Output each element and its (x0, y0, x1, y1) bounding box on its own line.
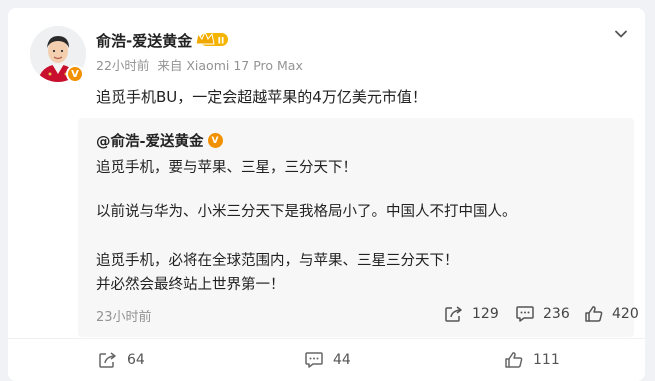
quoted-line: 追觅手机，要与苹果、三星，三分天下！ (96, 160, 357, 176)
quoted-line: 追觅手机，必将在全球范围内，与苹果、三星三分天下！ (96, 253, 459, 269)
chevron-down-icon[interactable] (613, 26, 629, 42)
author-name[interactable]: 俞浩-爱送黄金 (96, 30, 192, 51)
comment-count: 44 (333, 352, 351, 368)
svg-text:II: II (218, 37, 225, 47)
comment-icon (305, 352, 323, 368)
like-count: 111 (533, 352, 560, 368)
quoted-like-count: 420 (612, 306, 639, 322)
repost-icon (445, 306, 462, 322)
quoted-like-button[interactable]: 420 (584, 305, 639, 323)
post-text: 追觅手机BU，一定会超越苹果的4万亿美元市值！ (96, 88, 427, 106)
comment-button[interactable]: 44 (304, 351, 351, 369)
quoted-post[interactable]: @俞浩-爱送黄金 V 追觅手机，要与苹果、三星，三分天下！ 以前说与华为、小米三… (78, 118, 639, 337)
quoted-repost-count: 129 (472, 306, 499, 322)
verified-v-icon: V (207, 133, 223, 148)
repost-button[interactable]: 64 (98, 351, 145, 369)
like-button[interactable]: 111 (504, 351, 560, 369)
member-crown-icon[interactable]: II (194, 30, 230, 52)
quoted-line: 并必然会最终站上世界第一！ (96, 277, 285, 293)
quoted-line: 以前说与华为、小米三分天下是我格局小了。中国人不打中国人。 (96, 204, 517, 220)
repost-icon (99, 352, 116, 368)
post-action-bar: 64 44 111 (8, 338, 645, 381)
quoted-time[interactable]: 23小时前 (96, 306, 152, 325)
verified-v-icon: V (66, 65, 84, 83)
post-meta: 22小时前 来自 Xiaomi 17 Pro Max (96, 55, 307, 74)
quoted-author[interactable]: @俞浩-爱送黄金 V (96, 130, 223, 151)
weibo-post-card: V 俞浩-爱送黄金 II 22小时前 来自 Xiaomi 17 Pro Max … (8, 8, 645, 381)
comment-icon (516, 306, 534, 322)
thumb-up-icon (505, 352, 523, 368)
post-source: 来自 Xiaomi 17 Pro Max (157, 58, 303, 73)
repost-count: 64 (127, 352, 145, 368)
quoted-author-name[interactable]: @俞浩-爱送黄金 (96, 130, 204, 151)
quoted-comment-button[interactable]: 236 (515, 305, 570, 323)
post-time[interactable]: 22小时前 (96, 58, 149, 73)
quoted-comment-count: 236 (543, 306, 570, 322)
thumb-up-icon (585, 306, 603, 322)
quoted-repost-button[interactable]: 129 (444, 305, 499, 323)
